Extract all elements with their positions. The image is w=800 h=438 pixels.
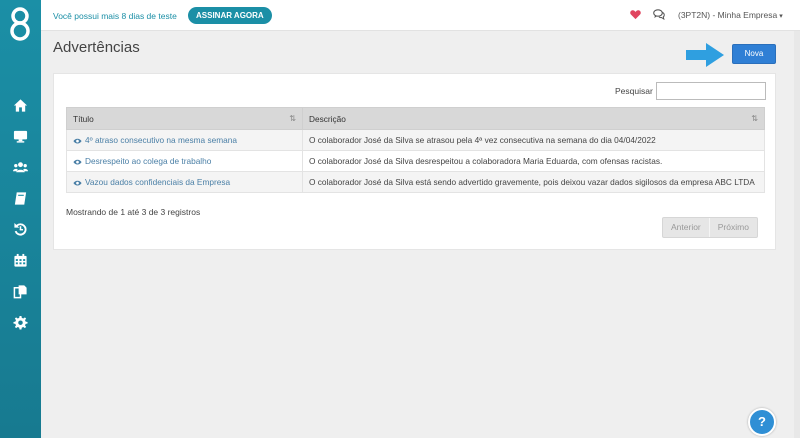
users-icon[interactable] <box>11 158 29 176</box>
warning-description: O colaborador José da Silva desrespeitou… <box>302 150 765 172</box>
search-label: Pesquisar <box>615 86 653 96</box>
book-icon[interactable] <box>11 189 29 207</box>
trial-notice: Você possui mais 8 dias de teste <box>53 11 177 21</box>
topbar: Você possui mais 8 dias de teste ASSINAR… <box>41 0 800 31</box>
sidebar <box>0 0 41 438</box>
table-row: Vazou dados confidenciais da Empresa O c… <box>66 171 765 193</box>
new-button[interactable]: Nova <box>732 44 776 64</box>
warning-description: O colaborador José da Silva está sendo a… <box>302 171 765 193</box>
subscribe-button[interactable]: ASSINAR AGORA <box>188 7 272 24</box>
column-header-title[interactable]: Título ⇅ <box>66 107 303 130</box>
heart-icon[interactable] <box>630 9 641 20</box>
warning-title-link[interactable]: Vazou dados confidenciais da Empresa <box>66 171 303 193</box>
search-input[interactable] <box>656 82 766 100</box>
warnings-table: Título ⇅ Descrição ⇅ 4º atraso consecuti… <box>66 107 765 193</box>
home-icon[interactable] <box>11 96 29 114</box>
pagination: Anterior Próximo <box>662 217 758 238</box>
table-info: Mostrando de 1 até 3 de 3 registros <box>66 207 201 217</box>
column-header-description[interactable]: Descrição ⇅ <box>302 107 765 130</box>
next-page-button[interactable]: Próximo <box>710 218 757 237</box>
app-logo[interactable] <box>7 6 33 42</box>
warnings-panel: Pesquisar Título ⇅ Descrição ⇅ 4º atraso… <box>53 73 776 250</box>
scrollbar[interactable] <box>794 31 800 438</box>
chevron-down-icon: ▾ <box>779 13 783 20</box>
sort-asc-icon: ⇅ <box>289 114 296 123</box>
company-label: (3PT2N) - Minha Empresa <box>678 10 778 20</box>
warning-title-link[interactable]: Desrespeito ao colega de trabalho <box>66 150 303 172</box>
monitor-icon[interactable] <box>11 127 29 145</box>
warning-description: O colaborador José da Silva se atrasou p… <box>302 129 765 151</box>
eye-icon <box>73 159 82 165</box>
eye-icon <box>73 138 82 144</box>
calendar-icon[interactable] <box>11 251 29 269</box>
prev-page-button[interactable]: Anterior <box>663 218 709 237</box>
chat-icon[interactable] <box>653 9 665 20</box>
sort-icon: ⇅ <box>751 114 758 123</box>
help-button[interactable]: ? <box>748 408 776 436</box>
warning-title-link[interactable]: 4º atraso consecutivo na mesma semana <box>66 129 303 151</box>
eye-icon <box>73 180 82 186</box>
documents-icon[interactable] <box>11 282 29 300</box>
arrow-pointer-icon <box>686 43 724 67</box>
table-row: Desrespeito ao colega de trabalho O cola… <box>66 150 765 172</box>
history-icon[interactable] <box>11 220 29 238</box>
company-selector[interactable]: (3PT2N) - Minha Empresa ▾ <box>678 10 783 20</box>
gear-icon[interactable] <box>11 313 29 331</box>
table-row: 4º atraso consecutivo na mesma semana O … <box>66 129 765 151</box>
page-title: Advertências <box>53 39 140 56</box>
